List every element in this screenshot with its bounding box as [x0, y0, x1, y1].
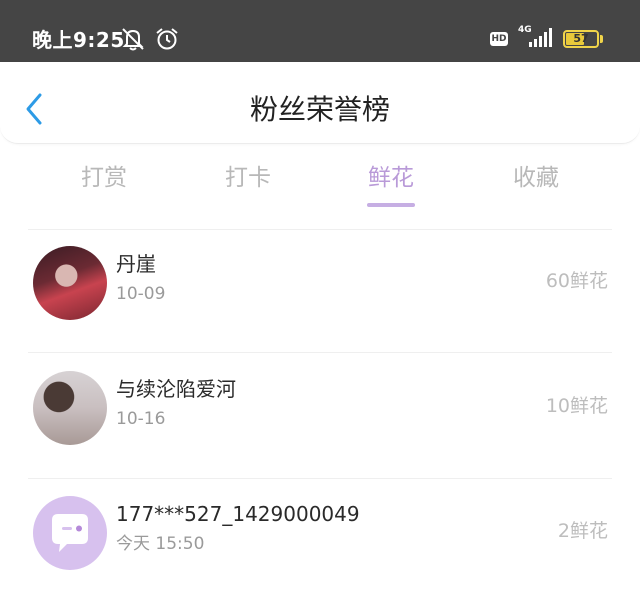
avatar — [33, 496, 107, 570]
list-item[interactable]: 丹崖 10-09 60鲜花 — [0, 232, 640, 342]
flower-count: 60鲜花 — [545, 270, 608, 292]
status-time: 晚上9:25 — [32, 28, 125, 52]
page-title: 粉丝荣誉榜 — [249, 93, 390, 126]
list-item[interactable]: 与续沦陷爱河 10-16 10鲜花 — [0, 357, 640, 467]
signal-icon — [529, 28, 552, 47]
battery-cap — [600, 35, 603, 43]
item-date: 10-09 — [116, 284, 166, 304]
flower-count: 10鲜花 — [545, 395, 608, 417]
tab-label: 打卡 — [225, 165, 271, 191]
default-avatar-chat-icon — [52, 514, 88, 552]
tab-reward[interactable]: 打赏 — [44, 158, 164, 210]
status-bar: 晚上9:25 HD 4G 57 — [0, 0, 640, 62]
battery-level: 57 — [573, 32, 589, 45]
battery-icon: 57 — [563, 30, 599, 48]
hd-badge: HD — [490, 32, 508, 46]
item-date: 今天 15:50 — [116, 534, 205, 554]
avatar — [33, 246, 107, 320]
tab-checkin[interactable]: 打卡 — [188, 158, 308, 210]
user-name: 丹崖 — [116, 252, 156, 276]
avatar — [33, 371, 107, 445]
item-date: 10-16 — [116, 409, 166, 429]
page-header: 粉丝荣誉榜 — [0, 62, 640, 144]
active-tab-indicator — [367, 203, 415, 207]
user-name: 与续沦陷爱河 — [116, 377, 236, 401]
divider — [28, 478, 612, 479]
tab-label: 收藏 — [513, 165, 559, 191]
tab-favorites[interactable]: 收藏 — [476, 158, 596, 210]
tab-flowers[interactable]: 鲜花 — [331, 158, 451, 210]
flower-count: 2鲜花 — [557, 520, 608, 542]
divider — [28, 352, 612, 353]
tab-label: 鲜花 — [368, 165, 414, 191]
divider — [28, 229, 612, 230]
tab-bar: 打赏 打卡 鲜花 收藏 — [0, 158, 640, 214]
tab-label: 打赏 — [81, 165, 127, 191]
alarm-icon — [156, 28, 178, 50]
user-name: 177***527_1429000049 — [116, 502, 360, 526]
mute-icon — [122, 28, 144, 51]
list-item[interactable]: 177***527_1429000049 今天 15:50 2鲜花 — [0, 482, 640, 592]
